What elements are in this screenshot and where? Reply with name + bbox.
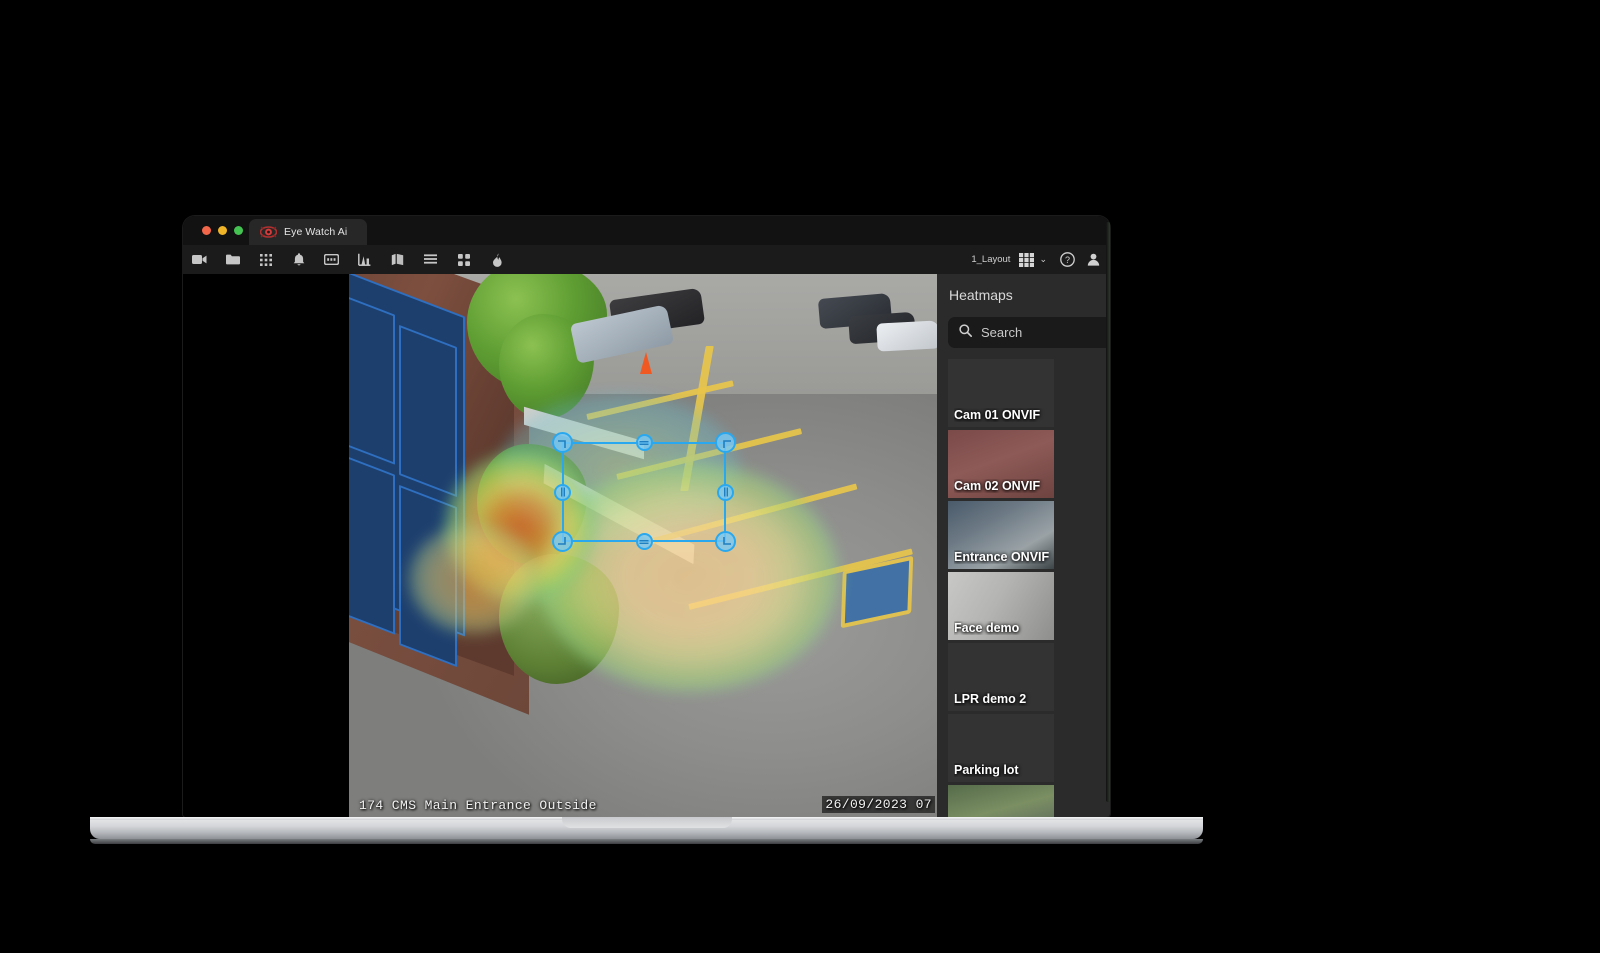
panel-title: Heatmaps	[949, 287, 1013, 303]
laptop-base-notch	[562, 817, 732, 828]
toolbar-right-cluster: 1_Layout ⌄ ?	[971, 245, 1105, 274]
chevron-down-icon[interactable]: ⌄	[1039, 254, 1047, 265]
camera-thumbnail-card[interactable]: Cam 02 ONVIF	[948, 430, 1054, 498]
laptop-base-foot	[90, 839, 1203, 844]
resize-handle-top-left[interactable]	[552, 432, 573, 453]
camera-thumbnail-label: Face demo	[954, 621, 1020, 635]
search-icon	[959, 323, 972, 342]
resize-handle-top[interactable]	[635, 434, 653, 451]
map-icon[interactable]	[381, 245, 414, 274]
resize-handle-right[interactable]	[717, 483, 734, 501]
resize-handle-bottom-right[interactable]	[715, 531, 736, 552]
scene-window-glass	[399, 324, 457, 498]
heatmaps-side-panel: Heatmaps Search Cam 01 ONVIF Cam 02 ONVIF…	[937, 274, 1110, 817]
resize-handle-left[interactable]	[554, 483, 571, 501]
camera-thumbnail-label: Entrance ONVIF	[954, 550, 1050, 564]
flame-icon[interactable]	[480, 245, 513, 274]
video-viewport[interactable]: 174 CMS Main Entrance Outside 26/09/2023…	[183, 274, 937, 817]
dashboard-icon[interactable]	[447, 245, 480, 274]
heatmap-blob	[409, 524, 539, 634]
camera-thumbnail-card[interactable]: Parking lot	[948, 714, 1054, 782]
list-icon[interactable]	[414, 245, 447, 274]
license-plate-icon[interactable]	[315, 245, 348, 274]
folder-icon[interactable]	[216, 245, 249, 274]
help-circle-icon[interactable]: ?	[1055, 245, 1079, 274]
resize-handle-bottom-left[interactable]	[552, 531, 573, 552]
search-placeholder: Search	[981, 325, 1023, 340]
laptop-lid: Eye Watch Ai 1_Layout ⌄ ? 174 CMS Main E…	[183, 216, 1110, 817]
timestamp-overlay: 26/09/2023 07	[822, 796, 935, 813]
bar-chart-icon[interactable]	[348, 245, 381, 274]
scene-traffic-cone	[640, 352, 652, 374]
camera-thumbnail-label: Cam 01 ONVIF	[954, 408, 1041, 422]
scene-window-glass	[349, 453, 395, 635]
resize-handle-top-right[interactable]	[715, 432, 736, 453]
scene-window-glass	[349, 293, 395, 465]
camera-name-overlay: 174 CMS Main Entrance Outside	[359, 798, 597, 813]
camera-video-feed[interactable]: 174 CMS Main Entrance Outside 26/09/2023…	[349, 274, 937, 817]
camera-thumbnail-label: Parking lot	[954, 763, 1019, 777]
search-input[interactable]: Search	[948, 317, 1110, 348]
camera-thumbnail-grid: Cam 01 ONVIF Cam 02 ONVIF Entrance ONVIF Fa…	[948, 359, 1110, 817]
laptop-base	[90, 817, 1203, 839]
camera-thumbnail-label: Cam 02 ONVIF	[954, 479, 1041, 493]
resize-handle-bottom[interactable]	[635, 533, 653, 550]
video-camera-icon[interactable]	[183, 245, 216, 274]
camera-thumbnail-card[interactable]: Cam 01 ONVIF	[948, 359, 1054, 427]
heatmap-zone-selection[interactable]	[552, 432, 736, 552]
close-window-button[interactable]	[202, 226, 211, 235]
laptop-lid-edge	[1106, 222, 1110, 802]
layout-name-label: 1_Layout	[971, 254, 1011, 265]
maximize-window-button[interactable]	[234, 226, 243, 235]
scene-vehicle	[876, 320, 937, 352]
minimize-window-button[interactable]	[218, 226, 227, 235]
eye-icon	[259, 225, 278, 239]
camera-thumbnail-card[interactable]: Entrance ONVIF	[948, 501, 1054, 569]
camera-thumbnail-label: LPR demo 2	[954, 692, 1027, 706]
camera-thumbnail-image	[948, 785, 1054, 817]
browser-tab[interactable]: Eye Watch Ai	[249, 219, 367, 245]
camera-thumbnail-card[interactable]: Face demo	[948, 572, 1054, 640]
bell-icon[interactable]	[282, 245, 315, 274]
camera-thumbnail-card[interactable]: Sunell thermal	[948, 785, 1054, 817]
grid-dots-icon[interactable]	[249, 245, 282, 274]
window-titlebar: Eye Watch Ai	[183, 216, 1110, 245]
tab-title: Eye Watch Ai	[284, 226, 348, 238]
window-traffic-lights	[202, 226, 243, 235]
camera-thumbnail-card[interactable]: LPR demo 2	[948, 643, 1054, 711]
screenshot-stage: Eye Watch Ai 1_Layout ⌄ ? 174 CMS Main E…	[0, 0, 1600, 953]
user-icon[interactable]	[1081, 245, 1105, 274]
layout-grid-icon[interactable]	[1016, 245, 1036, 274]
laptop-screen: Eye Watch Ai 1_Layout ⌄ ? 174 CMS Main E…	[183, 216, 1110, 817]
svg-text:?: ?	[1064, 255, 1069, 265]
app-toolbar: 1_Layout ⌄ ?	[183, 245, 1110, 274]
